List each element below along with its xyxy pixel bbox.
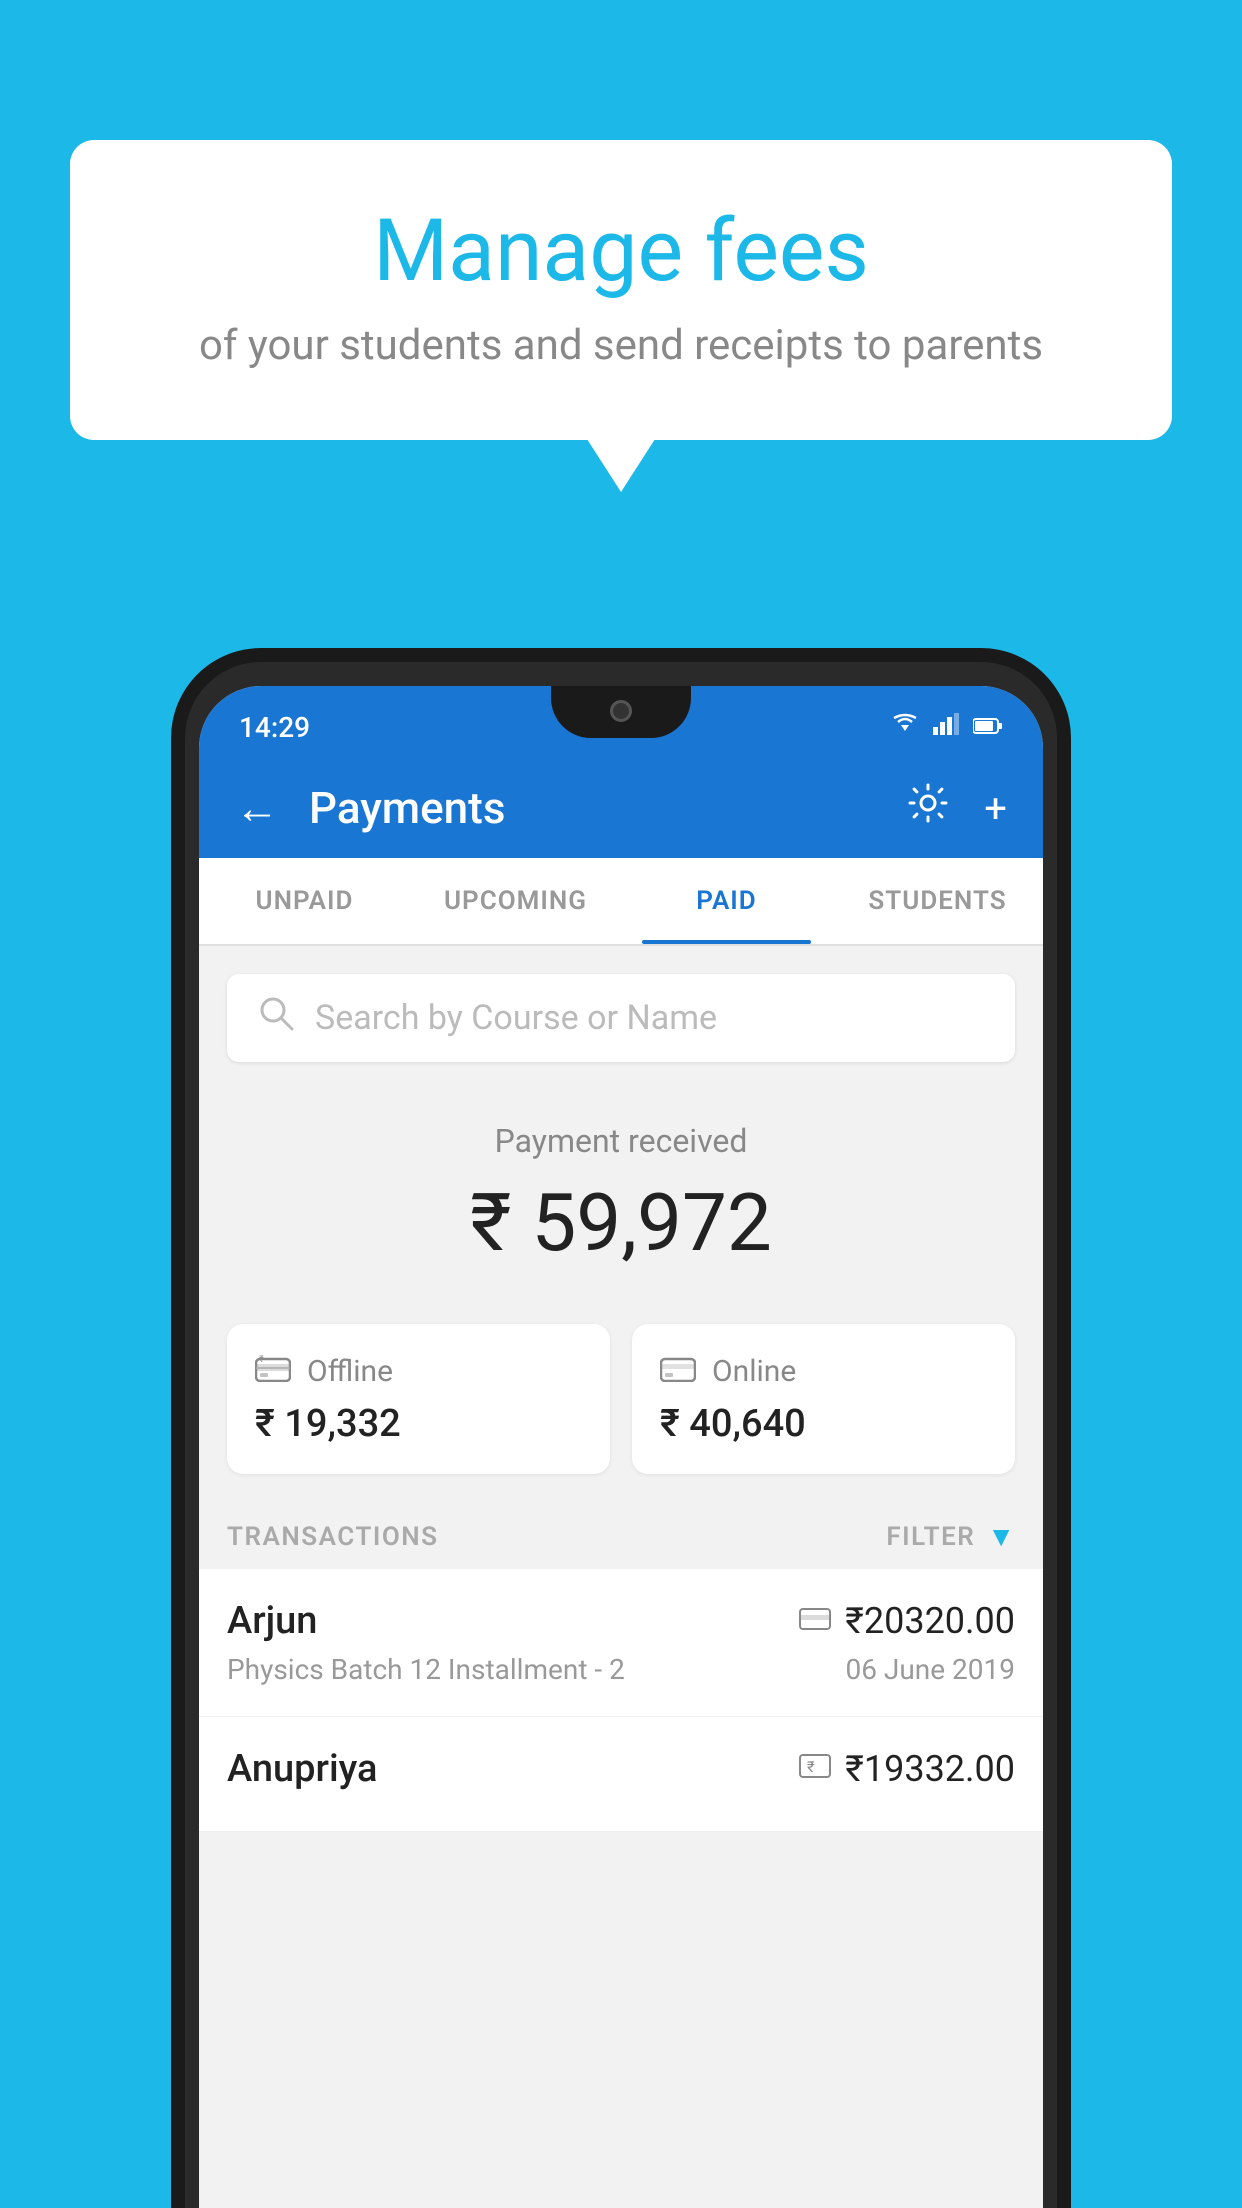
svg-text:₹: ₹	[259, 1355, 264, 1365]
content-area: Search by Course or Name Payment receive…	[199, 946, 1043, 2208]
settings-icon[interactable]	[906, 781, 950, 835]
transaction-amount-wrap-arjun: ₹20320.00	[799, 1600, 1015, 1642]
page-title: Payments	[309, 782, 906, 834]
filter-icon: ▼	[987, 1520, 1015, 1553]
online-amount: ₹ 40,640	[660, 1402, 987, 1446]
camera	[610, 700, 632, 722]
add-button[interactable]: +	[984, 785, 1007, 832]
tab-students[interactable]: STUDENTS	[832, 858, 1043, 944]
filter-label: FILTER	[886, 1522, 975, 1552]
online-payment-card: Online ₹ 40,640	[632, 1324, 1015, 1474]
payment-cards-row: ₹ Offline ₹ 19,332	[199, 1300, 1043, 1504]
payment-received-label: Payment received	[199, 1122, 1043, 1160]
tab-unpaid[interactable]: UNPAID	[199, 858, 410, 944]
transaction-amount-anupriya: ₹19332.00	[845, 1748, 1015, 1790]
phone-frame: 14:29	[171, 648, 1071, 2208]
transaction-mode-icon-arjun	[799, 1604, 831, 1639]
transaction-name-anupriya: Anupriya	[227, 1747, 377, 1791]
filter-wrap[interactable]: FILTER ▼	[886, 1520, 1015, 1553]
offline-label: Offline	[307, 1354, 393, 1389]
offline-payment-card: ₹ Offline ₹ 19,332	[227, 1324, 610, 1474]
transaction-course-arjun: Physics Batch 12 Installment - 2	[227, 1653, 625, 1686]
card-top-online: Online	[660, 1352, 987, 1390]
card-top-offline: ₹ Offline	[255, 1352, 582, 1390]
notch	[551, 686, 691, 738]
transaction-bottom-arjun: Physics Batch 12 Installment - 2 06 June…	[227, 1653, 1015, 1686]
transaction-name-arjun: Arjun	[227, 1599, 317, 1643]
phone-screen: 14:29	[199, 686, 1043, 2208]
transactions-label: TRANSACTIONS	[227, 1522, 439, 1552]
transaction-top-anupriya: Anupriya ₹ ₹19332.00	[227, 1747, 1015, 1791]
wifi-icon	[891, 713, 919, 741]
back-button[interactable]: ←	[235, 782, 279, 834]
bubble-subtitle: of your students and send receipts to pa…	[150, 321, 1092, 370]
header-icons: +	[906, 781, 1007, 835]
search-icon	[257, 994, 295, 1042]
background: Manage fees of your students and send re…	[0, 0, 1242, 2208]
speech-bubble-container: Manage fees of your students and send re…	[70, 140, 1172, 440]
online-icon	[660, 1352, 696, 1390]
status-icons	[891, 713, 1003, 741]
transaction-mode-icon-anupriya: ₹	[799, 1752, 831, 1787]
transaction-date-arjun: 06 June 2019	[845, 1653, 1015, 1686]
status-time: 14:29	[239, 711, 310, 744]
transaction-row-anupriya[interactable]: Anupriya ₹ ₹19332.00	[199, 1717, 1043, 1832]
payment-received-section: Payment received ₹ 59,972	[199, 1082, 1043, 1300]
transaction-row-arjun[interactable]: Arjun ₹20320.00	[199, 1569, 1043, 1717]
battery-icon	[973, 713, 1003, 741]
signal-icon	[933, 713, 959, 741]
app-header: ← Payments +	[199, 758, 1043, 858]
transactions-header: TRANSACTIONS FILTER ▼	[199, 1504, 1043, 1569]
online-label: Online	[712, 1354, 796, 1389]
tab-upcoming[interactable]: UPCOMING	[410, 858, 621, 944]
transaction-amount-arjun: ₹20320.00	[845, 1600, 1015, 1642]
tabs-bar: UNPAID UPCOMING PAID STUDENTS	[199, 858, 1043, 946]
phone-inner: 14:29	[185, 662, 1057, 2208]
search-bar[interactable]: Search by Course or Name	[227, 974, 1015, 1062]
offline-amount: ₹ 19,332	[255, 1402, 582, 1446]
tab-paid[interactable]: PAID	[621, 858, 832, 944]
bubble-title: Manage fees	[150, 200, 1092, 301]
transaction-top-arjun: Arjun ₹20320.00	[227, 1599, 1015, 1643]
speech-bubble: Manage fees of your students and send re…	[70, 140, 1172, 440]
svg-text:₹: ₹	[807, 1758, 815, 1776]
payment-total-amount: ₹ 59,972	[199, 1176, 1043, 1270]
search-placeholder: Search by Course or Name	[315, 998, 717, 1038]
offline-icon: ₹	[255, 1352, 291, 1390]
transaction-amount-wrap-anupriya: ₹ ₹19332.00	[799, 1748, 1015, 1790]
